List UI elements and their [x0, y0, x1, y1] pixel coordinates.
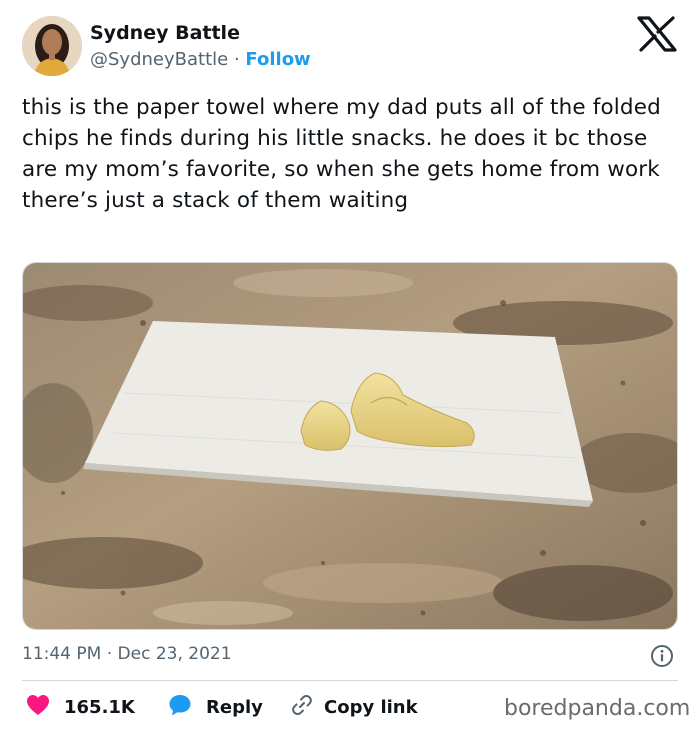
avatar[interactable] — [22, 16, 82, 76]
tweet-header: Sydney Battle @SydneyBattle · Follow — [0, 0, 700, 90]
author-handle[interactable]: @SydneyBattle — [90, 49, 228, 70]
divider — [22, 680, 678, 681]
watermark: boredpanda.com — [504, 696, 691, 721]
tweet-time[interactable]: 11:44 PM — [22, 644, 101, 664]
speech-bubble-icon — [168, 693, 192, 721]
copy-link-label: Copy link — [324, 696, 418, 718]
like-button[interactable]: 165.1K — [26, 692, 135, 722]
x-logo-icon[interactable] — [636, 16, 678, 52]
tweet-photo[interactable] — [22, 262, 678, 630]
tweet-text: this is the paper towel where my dad put… — [22, 95, 661, 213]
meta-separator: · — [106, 644, 113, 664]
copy-link-button[interactable]: Copy link — [290, 692, 418, 722]
tweet-meta: 11:44 PM · Dec 23, 2021 — [22, 644, 232, 664]
follow-button[interactable]: Follow — [245, 49, 310, 70]
link-icon — [290, 693, 314, 721]
tweet-date[interactable]: Dec 23, 2021 — [118, 644, 232, 664]
reply-label: Reply — [206, 696, 263, 718]
handle-separator: · — [233, 49, 240, 70]
author-name[interactable]: Sydney Battle — [90, 22, 240, 44]
like-count: 165.1K — [64, 696, 135, 718]
heart-icon — [26, 694, 50, 720]
author-sub: @SydneyBattle · Follow — [90, 49, 311, 70]
reply-button[interactable]: Reply — [168, 692, 263, 722]
info-icon[interactable] — [650, 644, 674, 668]
